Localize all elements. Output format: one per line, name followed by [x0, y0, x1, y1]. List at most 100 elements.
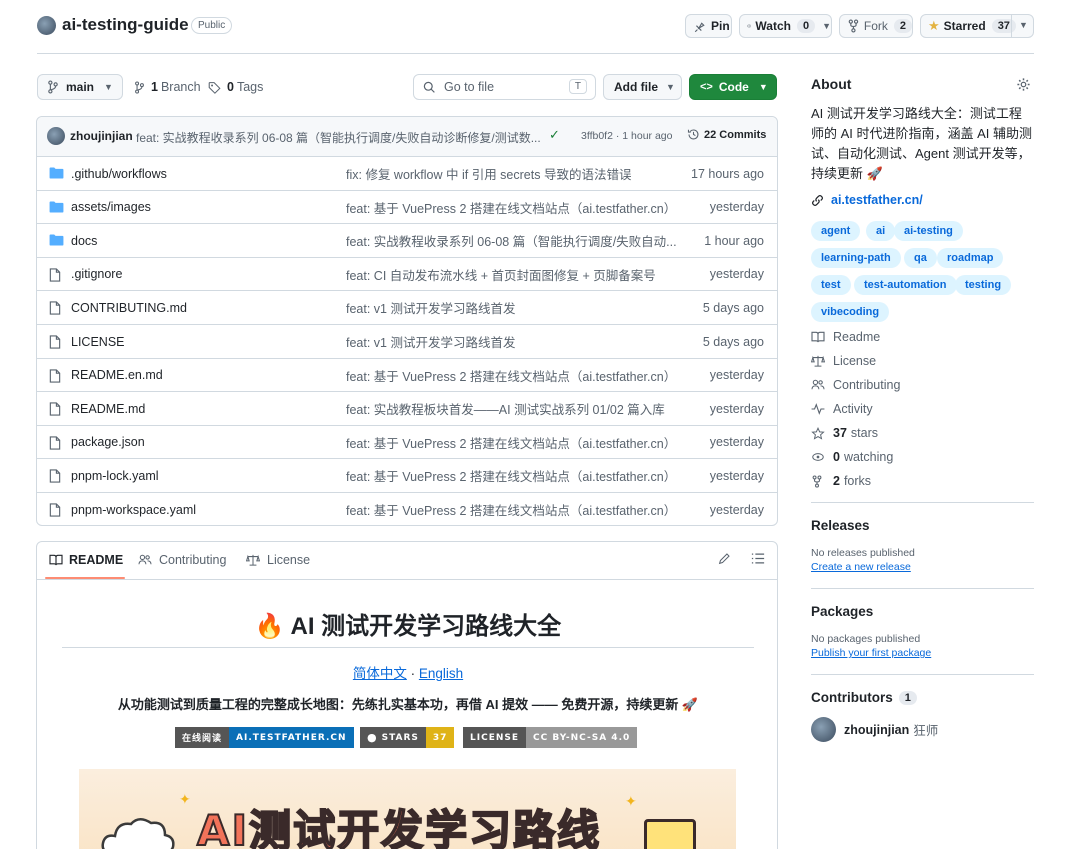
file-row[interactable]: .gitignore feat: CI 自动发布流水线 + 首页封面图修复 + 页…: [37, 256, 777, 291]
lang-zh-link[interactable]: 简体中文: [353, 666, 407, 681]
file-commit-message[interactable]: fix: 修复 workflow 中 if 引用 secrets 导致的语法错误: [346, 164, 631, 183]
file-name[interactable]: LICENSE: [71, 335, 125, 349]
file-commit-message[interactable]: feat: v1 测试开发学习路线首发: [346, 298, 515, 317]
file-row[interactable]: pnpm-lock.yaml feat: 基于 VuePress 2 搭建在线文档…: [37, 458, 777, 492]
watch-button[interactable]: Watch 0 ▼: [739, 14, 832, 38]
readme-link[interactable]: Readme: [811, 330, 880, 344]
fork-button[interactable]: Fork 2: [839, 14, 913, 38]
file-commit-date: yesterday: [709, 200, 764, 215]
code-button[interactable]: <> Code ▼: [689, 74, 777, 100]
badge-license[interactable]: LICENSE CC BY-NC-SA 4.0: [463, 727, 638, 748]
watching-link[interactable]: 0 watching: [811, 450, 893, 464]
commit-message[interactable]: feat: 实战教程收录系列 06-08 篇（智能执行调度/失败自动诊断修复/测…: [136, 129, 541, 146]
file-row[interactable]: README.en.md feat: 基于 VuePress 2 搭建在线文档站点…: [37, 357, 777, 392]
file-commit-message[interactable]: feat: v1 测试开发学习路线首发: [346, 332, 515, 351]
gear-icon[interactable]: [1016, 77, 1031, 95]
lang-en-link[interactable]: English: [419, 666, 463, 681]
tab-contributing[interactable]: Contributing: [138, 553, 226, 567]
repo-name[interactable]: ai-testing-guide: [62, 15, 189, 35]
license-link[interactable]: License: [811, 354, 876, 368]
file-row[interactable]: assets/images feat: 基于 VuePress 2 搭建在线文档站…: [37, 189, 777, 224]
file-row[interactable]: pnpm-workspace.yaml feat: 基于 VuePress 2 搭…: [37, 492, 777, 526]
branches-link[interactable]: 1 Branch: [134, 80, 201, 94]
file-commit-message[interactable]: feat: 实战教程收录系列 06-08 篇（智能执行调度/失败自动...: [346, 231, 677, 250]
file-row[interactable]: package.json feat: 基于 VuePress 2 搭建在线文档站点…: [37, 424, 777, 459]
branch-select[interactable]: main ▼: [37, 74, 123, 100]
file-icon: [49, 268, 64, 282]
contributing-link[interactable]: Contributing: [811, 378, 900, 392]
topic-tag[interactable]: test-automation: [854, 275, 957, 295]
file-name[interactable]: pnpm-workspace.yaml: [71, 503, 196, 517]
file-commit-message[interactable]: feat: 基于 VuePress 2 搭建在线文档站点（ai.testfath…: [346, 366, 676, 385]
author-avatar[interactable]: [47, 127, 65, 145]
tab-readme[interactable]: README: [49, 553, 123, 567]
go-to-file-search[interactable]: Go to file T: [413, 74, 596, 100]
commit-author[interactable]: zhoujinjian: [70, 129, 133, 143]
badge-online-read[interactable]: 在线阅读 AI.TESTFATHER.CN: [175, 727, 354, 748]
website-link[interactable]: ai.testfather.cn/: [811, 193, 923, 207]
cloud-icon: [101, 818, 175, 849]
file-row[interactable]: LICENSE feat: v1 测试开发学习路线首发 5 days ago: [37, 324, 777, 358]
website-url: ai.testfather.cn/: [831, 193, 923, 207]
contributors-heading[interactable]: Contributors: [811, 690, 893, 705]
badge-license-label: LICENSE: [463, 727, 526, 748]
folder-icon: [49, 167, 64, 179]
commit-hash-time[interactable]: 3ffb0f2 · 1 hour ago: [581, 130, 672, 142]
file-name[interactable]: README.en.md: [71, 368, 163, 382]
file-commit-message[interactable]: feat: 实战教程板块首发——AI 测试实战系列 01/02 篇入库: [346, 399, 665, 418]
file-name[interactable]: package.json: [71, 435, 145, 449]
badge-stars[interactable]: ● STARS 37: [360, 727, 455, 748]
file-commit-message[interactable]: feat: 基于 VuePress 2 搭建在线文档站点（ai.testfath…: [346, 198, 676, 217]
file-name[interactable]: .gitignore: [71, 267, 122, 281]
file-row[interactable]: .github/workflows fix: 修复 workflow 中 if 引…: [37, 156, 777, 190]
file-commit-message[interactable]: feat: CI 自动发布流水线 + 首页封面图修复 + 页脚备案号: [346, 265, 656, 284]
add-file-button[interactable]: Add file ▼: [603, 74, 682, 100]
tab-license[interactable]: License: [246, 553, 310, 567]
file-name[interactable]: CONTRIBUTING.md: [71, 301, 187, 315]
owner-avatar[interactable]: [37, 16, 56, 35]
packages-heading[interactable]: Packages: [811, 604, 873, 619]
packages-empty: No packages published: [811, 633, 921, 645]
topic-tag[interactable]: agent: [811, 221, 861, 241]
file-row[interactable]: CONTRIBUTING.md feat: v1 测试开发学习路线首发 5 days…: [37, 290, 777, 324]
forks-link[interactable]: 2 forks: [811, 474, 871, 488]
file-name[interactable]: pnpm-lock.yaml: [71, 469, 159, 483]
stars-link[interactable]: 37 stars: [811, 426, 878, 440]
topic-tag[interactable]: vibecoding: [811, 302, 890, 322]
topic-tag[interactable]: test: [811, 275, 851, 295]
chevron-down-icon[interactable]: ▼: [1019, 20, 1028, 30]
file-row[interactable]: README.md feat: 实战教程板块首发——AI 测试实战系列 01/02…: [37, 391, 777, 425]
topic-tag[interactable]: ai: [866, 221, 896, 241]
pin-button[interactable]: Pin: [685, 14, 732, 38]
eye-icon: [812, 453, 824, 461]
visibility-badge: Public: [191, 17, 233, 34]
file-commit-date: 5 days ago: [702, 334, 764, 349]
topic-tag[interactable]: roadmap: [937, 248, 1004, 268]
pencil-icon[interactable]: [718, 552, 731, 568]
file-name[interactable]: assets/images: [71, 200, 151, 214]
releases-heading[interactable]: Releases: [811, 518, 870, 533]
topic-tag[interactable]: qa: [904, 248, 937, 268]
outline-list-icon[interactable]: [751, 552, 765, 568]
commits-link[interactable]: 22 Commits: [687, 128, 766, 141]
contributor-item[interactable]: zhoujinjian 狂师: [811, 717, 938, 742]
check-icon[interactable]: ✓: [549, 127, 560, 143]
activity-link[interactable]: Activity: [811, 402, 873, 416]
releases-empty: No releases published: [811, 547, 915, 559]
file-commit-message[interactable]: feat: 基于 VuePress 2 搭建在线文档站点（ai.testfath…: [346, 500, 676, 519]
file-commit-message[interactable]: feat: 基于 VuePress 2 搭建在线文档站点（ai.testfath…: [346, 466, 676, 485]
publish-package-link[interactable]: Publish your first package: [811, 647, 931, 659]
file-row[interactable]: docs feat: 实战教程收录系列 06-08 篇（智能执行调度/失败自动..…: [37, 223, 777, 257]
file-name[interactable]: docs: [71, 234, 97, 248]
create-release-link[interactable]: Create a new release: [811, 561, 911, 573]
file-commit-date: yesterday: [709, 401, 764, 416]
topic-tag[interactable]: testing: [955, 275, 1012, 295]
file-name[interactable]: README.md: [71, 402, 145, 416]
file-commit-message[interactable]: feat: 基于 VuePress 2 搭建在线文档站点（ai.testfath…: [346, 433, 676, 452]
file-name[interactable]: .github/workflows: [71, 167, 167, 181]
topic-tag[interactable]: ai-testing: [894, 221, 963, 241]
starred-button[interactable]: ★ Starred 37 ▼: [920, 14, 1034, 38]
tags-link[interactable]: 0 Tags: [208, 80, 263, 94]
topic-tag[interactable]: learning-path: [811, 248, 901, 268]
sidebar-divider: [811, 502, 1034, 503]
